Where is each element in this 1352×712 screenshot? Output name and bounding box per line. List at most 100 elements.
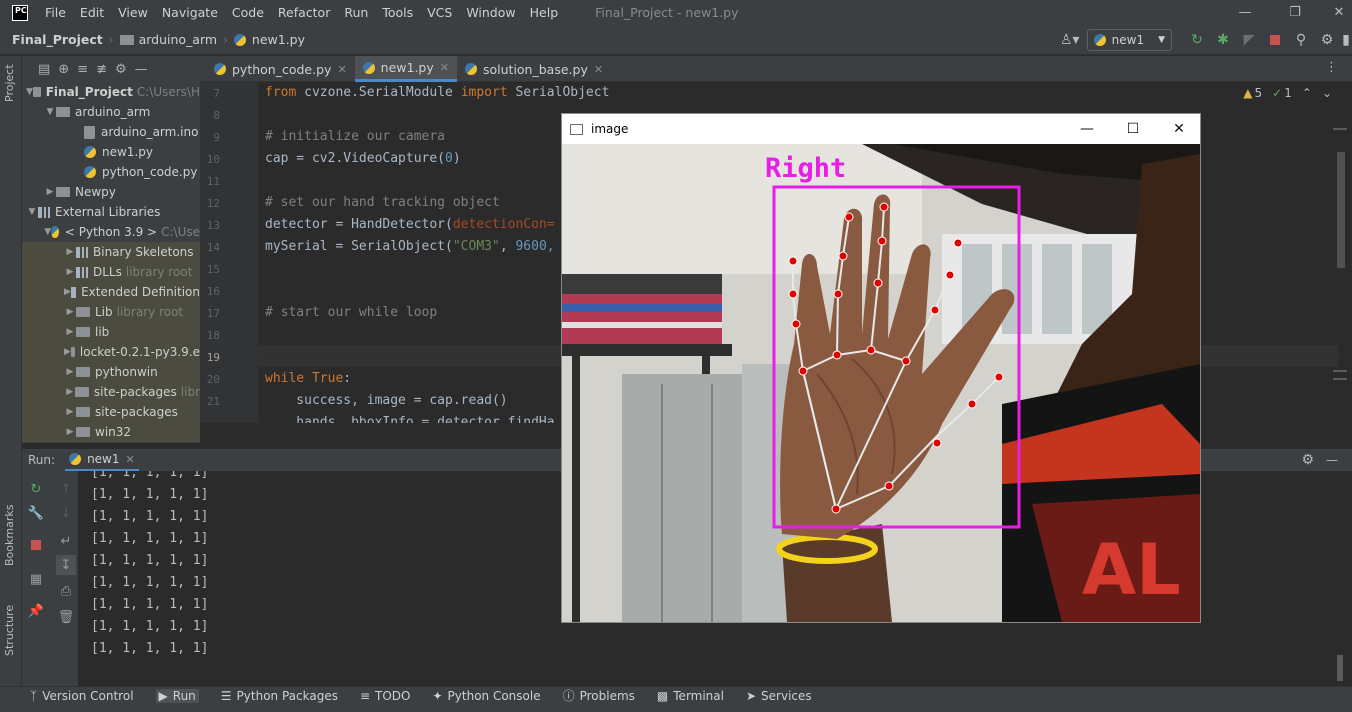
down-arrow-icon[interactable]: ↓ (56, 503, 76, 523)
code-line: cap = cv2.VideoCapture(0) (265, 151, 461, 166)
close-button[interactable]: ✕ (1156, 114, 1202, 144)
up-arrow-icon[interactable]: ↑ (56, 479, 76, 499)
tree-item-python-sdk[interactable]: ▼ < Python 3.9 > C:\Use (22, 222, 200, 242)
close-button[interactable]: ✕ (1316, 0, 1352, 25)
tree-item-external-libraries[interactable]: ▼ External Libraries (22, 202, 200, 222)
soft-wrap-icon[interactable]: ↵ (56, 531, 76, 551)
close-icon[interactable]: ✕ (337, 63, 346, 76)
pin-icon[interactable]: 📌 (26, 601, 46, 621)
settings-gear-icon[interactable]: ⚙ (115, 62, 127, 77)
hide-panel-icon[interactable]: — (1326, 453, 1338, 467)
restore-button[interactable]: ❐ (1272, 0, 1318, 25)
services-tab[interactable]: ➤ Services (746, 689, 812, 703)
console-scrollbar[interactable] (1337, 655, 1343, 681)
menu-help[interactable]: Help (523, 5, 566, 20)
todo-tab[interactable]: ≡ TODO (360, 689, 411, 703)
tree-item-arduino-arm[interactable]: ▼ arduino_arm (22, 102, 200, 122)
hide-panel-icon[interactable]: — (135, 62, 148, 77)
version-control-tab[interactable]: ᛉ Version Control (30, 689, 134, 703)
plugin-icon[interactable]: ▮ (1340, 25, 1352, 55)
menu-file[interactable]: File (38, 5, 73, 20)
tree-item-final-project[interactable]: ▼ Final_Project C:\Users\H (22, 82, 200, 102)
menu-tools[interactable]: Tools (375, 5, 420, 20)
tree-item-newpy[interactable]: ▶ Newpy (22, 182, 200, 202)
python-packages-tab[interactable]: ☰ Python Packages (221, 689, 338, 703)
image-window[interactable]: image — ☐ ✕ AL Right (561, 113, 1201, 623)
breadcrumb-project[interactable]: Final_Project (12, 32, 103, 47)
console-line: [1, 1, 1, 1, 1] (91, 471, 209, 480)
minimize-button[interactable]: — (1222, 0, 1268, 25)
close-icon[interactable]: ✕ (594, 63, 603, 76)
bookmarks-tool-tab[interactable]: Bookmarks (3, 505, 16, 566)
tree-item-dlls[interactable]: ▶ DLLs library root (22, 262, 200, 282)
tree-item-lib[interactable]: ▶ lib (22, 322, 200, 342)
menu-navigate[interactable]: Navigate (155, 5, 225, 20)
tab-new1-py[interactable]: new1.py ✕ (354, 56, 457, 82)
layout-icon[interactable]: ▦ (26, 569, 46, 589)
tree-item-extended-definitions[interactable]: ▶ Extended Definition (22, 282, 200, 302)
settings-gear-icon[interactable]: ⚙ (1314, 25, 1340, 55)
menu-run[interactable]: Run (337, 5, 375, 20)
pycharm-logo-icon: PC (12, 4, 28, 21)
coverage-icon[interactable]: ◤ (1236, 25, 1262, 55)
trash-icon[interactable]: 🗑 (56, 607, 76, 627)
debug-icon[interactable]: ✱ (1210, 25, 1236, 55)
collapse-all-icon[interactable]: ≢ (96, 62, 107, 77)
folder-icon (76, 407, 90, 417)
tree-item-win32[interactable]: ▶ win32 (22, 422, 200, 442)
tab-label: Services (761, 688, 812, 703)
menu-code[interactable]: Code (225, 5, 271, 20)
rerun-icon[interactable]: ↻ (1184, 25, 1210, 55)
menu-vcs[interactable]: VCS (420, 5, 459, 20)
user-icon[interactable]: ♙▾ (1053, 25, 1087, 55)
tree-item-site-packages-root[interactable]: ▶ site-packages libr (22, 382, 200, 402)
tree-item-python-code-py[interactable]: python_code.py (22, 162, 200, 182)
structure-tool-tab[interactable]: Structure (3, 605, 16, 656)
wrench-icon[interactable]: 🔧 (26, 503, 46, 523)
chevron-up-icon[interactable]: ⌃ (1302, 86, 1312, 100)
run-tool-tab[interactable]: ▶ Run (155, 688, 199, 703)
tree-item-binary-skeletons[interactable]: ▶ Binary Skeletons (22, 242, 200, 262)
locate-icon[interactable]: ⊕ (58, 62, 69, 77)
menu-edit[interactable]: Edit (73, 5, 111, 20)
run-tab-new1[interactable]: new1 ✕ (65, 449, 139, 471)
tree-item-pythonwin[interactable]: ▶ pythonwin (22, 362, 200, 382)
menu-window[interactable]: Window (459, 5, 522, 20)
tab-solution-base-py[interactable]: solution_base.py ✕ (457, 56, 611, 82)
maximize-button[interactable]: ☐ (1110, 114, 1156, 144)
close-icon[interactable]: ✕ (440, 61, 449, 74)
tree-item-new1-py[interactable]: new1.py (22, 142, 200, 162)
project-view-icon[interactable]: ▤ (38, 62, 50, 77)
breadcrumb-folder[interactable]: arduino_arm (139, 32, 218, 47)
expand-all-icon[interactable]: ≡ (77, 62, 88, 77)
terminal-tab[interactable]: ▩ Terminal (657, 689, 724, 703)
print-icon[interactable]: ⎙ (56, 581, 76, 601)
inspection-widget[interactable]: ▲ 5 ✓ 1 ⌃ ⌄ (1243, 86, 1332, 100)
stop-icon[interactable] (26, 535, 46, 555)
problems-tab[interactable]: ⓘ Problems (563, 687, 635, 704)
minimize-button[interactable]: — (1064, 114, 1110, 144)
close-icon[interactable]: ✕ (126, 453, 135, 466)
chevron-right-icon: ▶ (66, 267, 74, 277)
project-tool-tab[interactable]: Project (3, 64, 16, 102)
chevron-down-icon[interactable]: ⌄ (1322, 86, 1332, 100)
rerun-icon[interactable]: ↻ (26, 479, 46, 499)
tab-python-code-py[interactable]: python_code.py ✕ (206, 56, 355, 82)
settings-gear-icon[interactable]: ⚙ (1301, 452, 1314, 468)
stop-icon[interactable] (1262, 25, 1288, 55)
run-configuration-select[interactable]: new1 ▼ (1086, 29, 1172, 51)
search-icon[interactable]: ⚲ (1288, 25, 1314, 55)
tree-item-arduino-arm-ino[interactable]: arduino_arm.ino (22, 122, 200, 142)
breadcrumb-file[interactable]: new1.py (252, 32, 305, 47)
tree-item-locket[interactable]: ▶ locket-0.2.1-py3.9.e (22, 342, 200, 362)
chevron-right-icon: ▶ (66, 427, 74, 437)
tree-item-site-packages[interactable]: ▶ site-packages (22, 402, 200, 422)
python-console-tab[interactable]: ✦ Python Console (432, 689, 540, 703)
menu-view[interactable]: View (111, 5, 155, 20)
menu-refactor[interactable]: Refactor (271, 5, 337, 20)
more-tabs-icon[interactable]: ⋮ (1325, 60, 1338, 75)
tree-item-lib-root[interactable]: ▶ Lib library root (22, 302, 200, 322)
scroll-to-end-icon[interactable]: ↧ (56, 555, 76, 575)
folder-icon (76, 367, 90, 377)
editor-scrollbar[interactable] (1337, 152, 1345, 268)
